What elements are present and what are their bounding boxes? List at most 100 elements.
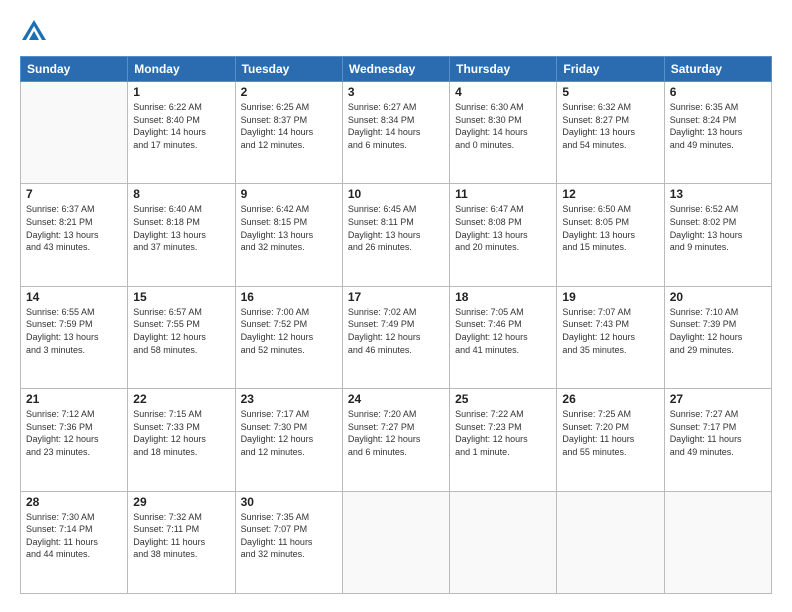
calendar-cell: 9 Sunrise: 6:42 AM Sunset: 8:15 PM Daylig… <box>235 184 342 286</box>
day-number: 20 <box>670 290 766 304</box>
calendar-cell: 27 Sunrise: 7:27 AM Sunset: 7:17 PM Dayli… <box>664 389 771 491</box>
calendar-cell <box>342 491 449 593</box>
day-info: Sunrise: 7:22 AM Sunset: 7:23 PM Dayligh… <box>455 408 551 458</box>
weekday-header-monday: Monday <box>128 57 235 82</box>
week-row-4: 28Sunrise: 7:30 AM Sunset: 7:14 PM Dayli… <box>21 491 772 593</box>
day-number: 21 <box>26 392 122 406</box>
calendar-cell: 8 Sunrise: 6:40 AM Sunset: 8:18 PM Daylig… <box>128 184 235 286</box>
calendar-cell: 16 Sunrise: 7:00 AM Sunset: 7:52 PM Dayli… <box>235 286 342 388</box>
day-info: Sunrise: 6:27 AM Sunset: 8:34 PM Dayligh… <box>348 101 444 151</box>
weekday-header-friday: Friday <box>557 57 664 82</box>
day-info: Sunrise: 6:30 AM Sunset: 8:30 PM Dayligh… <box>455 101 551 151</box>
day-number: 2 <box>241 85 337 99</box>
day-info: Sunrise: 6:32 AM Sunset: 8:27 PM Dayligh… <box>562 101 658 151</box>
week-row-3: 21 Sunrise: 7:12 AM Sunset: 7:36 PM Dayli… <box>21 389 772 491</box>
day-info: Sunrise: 6:52 AM Sunset: 8:02 PM Dayligh… <box>670 203 766 253</box>
calendar-cell: 19 Sunrise: 7:07 AM Sunset: 7:43 PM Dayli… <box>557 286 664 388</box>
calendar-cell: 18Sunrise: 7:05 AM Sunset: 7:46 PM Dayli… <box>450 286 557 388</box>
day-number: 15 <box>133 290 229 304</box>
day-number: 7 <box>26 187 122 201</box>
day-number: 9 <box>241 187 337 201</box>
day-number: 4 <box>455 85 551 99</box>
calendar-cell: 28Sunrise: 7:30 AM Sunset: 7:14 PM Dayli… <box>21 491 128 593</box>
day-number: 29 <box>133 495 229 509</box>
calendar-cell: 22 Sunrise: 7:15 AM Sunset: 7:33 PM Dayli… <box>128 389 235 491</box>
calendar-cell: 11 Sunrise: 6:47 AM Sunset: 8:08 PM Dayli… <box>450 184 557 286</box>
calendar-cell: 1 Sunrise: 6:22 AM Sunset: 8:40 PM Daylig… <box>128 82 235 184</box>
day-number: 11 <box>455 187 551 201</box>
weekday-header-saturday: Saturday <box>664 57 771 82</box>
calendar-cell: 17Sunrise: 7:02 AM Sunset: 7:49 PM Dayli… <box>342 286 449 388</box>
day-info: Sunrise: 6:42 AM Sunset: 8:15 PM Dayligh… <box>241 203 337 253</box>
calendar-cell <box>21 82 128 184</box>
calendar-cell: 3 Sunrise: 6:27 AM Sunset: 8:34 PM Daylig… <box>342 82 449 184</box>
day-info: Sunrise: 7:17 AM Sunset: 7:30 PM Dayligh… <box>241 408 337 458</box>
day-info: Sunrise: 7:15 AM Sunset: 7:33 PM Dayligh… <box>133 408 229 458</box>
day-info: Sunrise: 6:35 AM Sunset: 8:24 PM Dayligh… <box>670 101 766 151</box>
day-number: 27 <box>670 392 766 406</box>
calendar-cell: 10 Sunrise: 6:45 AM Sunset: 8:11 PM Dayli… <box>342 184 449 286</box>
weekday-header-wednesday: Wednesday <box>342 57 449 82</box>
day-info: Sunrise: 6:45 AM Sunset: 8:11 PM Dayligh… <box>348 203 444 253</box>
weekday-header-row: SundayMondayTuesdayWednesdayThursdayFrid… <box>21 57 772 82</box>
week-row-0: 1 Sunrise: 6:22 AM Sunset: 8:40 PM Daylig… <box>21 82 772 184</box>
weekday-header-sunday: Sunday <box>21 57 128 82</box>
day-info: Sunrise: 6:40 AM Sunset: 8:18 PM Dayligh… <box>133 203 229 253</box>
calendar-cell: 26Sunrise: 7:25 AM Sunset: 7:20 PM Dayli… <box>557 389 664 491</box>
day-number: 13 <box>670 187 766 201</box>
day-info: Sunrise: 7:00 AM Sunset: 7:52 PM Dayligh… <box>241 306 337 356</box>
day-number: 22 <box>133 392 229 406</box>
calendar-cell: 15 Sunrise: 6:57 AM Sunset: 7:55 PM Dayli… <box>128 286 235 388</box>
calendar-cell: 23 Sunrise: 7:17 AM Sunset: 7:30 PM Dayli… <box>235 389 342 491</box>
day-info: Sunrise: 6:55 AM Sunset: 7:59 PM Dayligh… <box>26 306 122 356</box>
day-info: Sunrise: 6:25 AM Sunset: 8:37 PM Dayligh… <box>241 101 337 151</box>
day-info: Sunrise: 6:37 AM Sunset: 8:21 PM Dayligh… <box>26 203 122 253</box>
calendar-cell: 29 Sunrise: 7:32 AM Sunset: 7:11 PM Dayli… <box>128 491 235 593</box>
calendar-cell: 20 Sunrise: 7:10 AM Sunset: 7:39 PM Dayli… <box>664 286 771 388</box>
calendar-cell: 24Sunrise: 7:20 AM Sunset: 7:27 PM Dayli… <box>342 389 449 491</box>
calendar-cell: 4 Sunrise: 6:30 AM Sunset: 8:30 PM Daylig… <box>450 82 557 184</box>
day-number: 25 <box>455 392 551 406</box>
day-number: 19 <box>562 290 658 304</box>
day-info: Sunrise: 7:30 AM Sunset: 7:14 PM Dayligh… <box>26 511 122 561</box>
day-info: Sunrise: 7:05 AM Sunset: 7:46 PM Dayligh… <box>455 306 551 356</box>
calendar-cell: 30Sunrise: 7:35 AM Sunset: 7:07 PM Dayli… <box>235 491 342 593</box>
day-info: Sunrise: 6:47 AM Sunset: 8:08 PM Dayligh… <box>455 203 551 253</box>
day-info: Sunrise: 7:07 AM Sunset: 7:43 PM Dayligh… <box>562 306 658 356</box>
week-row-1: 7 Sunrise: 6:37 AM Sunset: 8:21 PM Daylig… <box>21 184 772 286</box>
day-number: 1 <box>133 85 229 99</box>
day-number: 23 <box>241 392 337 406</box>
day-number: 5 <box>562 85 658 99</box>
calendar-cell: 14 Sunrise: 6:55 AM Sunset: 7:59 PM Dayli… <box>21 286 128 388</box>
day-info: Sunrise: 7:32 AM Sunset: 7:11 PM Dayligh… <box>133 511 229 561</box>
day-info: Sunrise: 7:10 AM Sunset: 7:39 PM Dayligh… <box>670 306 766 356</box>
day-number: 10 <box>348 187 444 201</box>
calendar-cell: 25 Sunrise: 7:22 AM Sunset: 7:23 PM Dayli… <box>450 389 557 491</box>
day-number: 14 <box>26 290 122 304</box>
page: SundayMondayTuesdayWednesdayThursdayFrid… <box>0 0 792 612</box>
header <box>20 18 772 46</box>
day-info: Sunrise: 7:20 AM Sunset: 7:27 PM Dayligh… <box>348 408 444 458</box>
logo <box>20 18 53 46</box>
logo-icon <box>20 18 48 46</box>
day-info: Sunrise: 7:12 AM Sunset: 7:36 PM Dayligh… <box>26 408 122 458</box>
calendar-cell: 21 Sunrise: 7:12 AM Sunset: 7:36 PM Dayli… <box>21 389 128 491</box>
day-info: Sunrise: 7:27 AM Sunset: 7:17 PM Dayligh… <box>670 408 766 458</box>
calendar-cell: 7 Sunrise: 6:37 AM Sunset: 8:21 PM Daylig… <box>21 184 128 286</box>
calendar-cell: 13 Sunrise: 6:52 AM Sunset: 8:02 PM Dayli… <box>664 184 771 286</box>
day-info: Sunrise: 7:35 AM Sunset: 7:07 PM Dayligh… <box>241 511 337 561</box>
day-info: Sunrise: 7:25 AM Sunset: 7:20 PM Dayligh… <box>562 408 658 458</box>
day-number: 3 <box>348 85 444 99</box>
day-info: Sunrise: 6:22 AM Sunset: 8:40 PM Dayligh… <box>133 101 229 151</box>
day-number: 6 <box>670 85 766 99</box>
day-info: Sunrise: 6:57 AM Sunset: 7:55 PM Dayligh… <box>133 306 229 356</box>
calendar-cell <box>664 491 771 593</box>
week-row-2: 14 Sunrise: 6:55 AM Sunset: 7:59 PM Dayli… <box>21 286 772 388</box>
calendar-cell: 6 Sunrise: 6:35 AM Sunset: 8:24 PM Daylig… <box>664 82 771 184</box>
day-number: 8 <box>133 187 229 201</box>
day-number: 12 <box>562 187 658 201</box>
weekday-header-thursday: Thursday <box>450 57 557 82</box>
calendar-cell: 2 Sunrise: 6:25 AM Sunset: 8:37 PM Daylig… <box>235 82 342 184</box>
day-number: 16 <box>241 290 337 304</box>
day-info: Sunrise: 6:50 AM Sunset: 8:05 PM Dayligh… <box>562 203 658 253</box>
